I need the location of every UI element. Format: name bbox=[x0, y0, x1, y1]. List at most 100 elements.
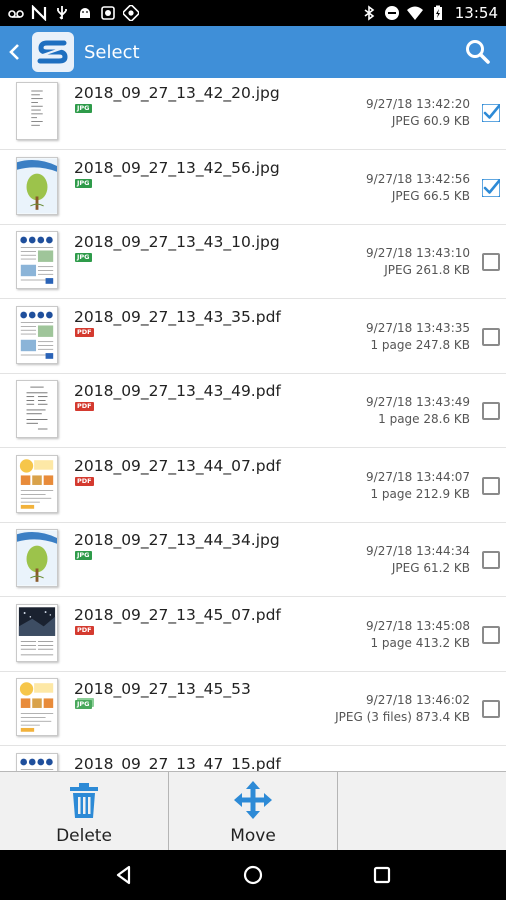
app-bar: Select bbox=[0, 26, 506, 78]
select-checkbox[interactable] bbox=[482, 327, 500, 346]
page-title: Select bbox=[84, 41, 140, 63]
status-right-icons: 13:54 bbox=[361, 4, 498, 22]
list-item[interactable]: 2018_09_27_13_45_53 JPG 9/27/18 13:46:02 JP… bbox=[0, 672, 506, 746]
file-name: 2018_09_27_13_44_07.pdf bbox=[74, 456, 281, 475]
file-info: 1 page 247.8 KB bbox=[370, 337, 470, 352]
file-type-badge: PDF bbox=[75, 327, 94, 337]
select-checkbox[interactable] bbox=[482, 625, 500, 644]
list-item[interactable]: 2018_09_27_13_45_07.pdf PDF 9/27/18 13:45:… bbox=[0, 598, 506, 672]
file-list[interactable]: 2018_09_27_13_42_20.jpg JPG 9/27/18 13:42:… bbox=[0, 78, 506, 771]
n-icon bbox=[31, 5, 47, 21]
move-arrows-icon bbox=[234, 781, 272, 819]
file-info: JPEG 61.2 KB bbox=[391, 561, 470, 575]
file-type-badge: JPG bbox=[75, 551, 92, 560]
delete-label: Delete bbox=[56, 826, 112, 846]
select-checkbox[interactable] bbox=[482, 551, 500, 569]
select-checkbox[interactable] bbox=[481, 103, 501, 123]
delete-button[interactable]: Delete bbox=[0, 772, 169, 850]
screen: 13:54 Select 2018_09_27_13_42_20.jpg JPG 9… bbox=[0, 0, 506, 900]
file-type-badge: PDF bbox=[75, 402, 94, 411]
list-item[interactable]: 2018_09_27_13_47_15.pdfPDF bbox=[0, 747, 506, 772]
move-label: Move bbox=[230, 826, 276, 846]
file-name: 2018_09_27_13_45_53 bbox=[74, 680, 251, 698]
list-item[interactable]: 2018_09_27_13_43_10.jpg JPG 9/27/18 13:43:… bbox=[0, 225, 506, 299]
file-info: JPEG 261.8 KB bbox=[384, 263, 470, 277]
file-thumbnail bbox=[16, 82, 58, 140]
trash-icon bbox=[70, 783, 98, 818]
bug-icon bbox=[101, 6, 115, 20]
back-button[interactable] bbox=[2, 26, 28, 78]
scansnap-logo-icon bbox=[36, 40, 70, 64]
move-button[interactable]: Move bbox=[169, 772, 338, 850]
toolbar-empty-slot bbox=[338, 772, 506, 850]
file-name: 2018_09_27_13_42_20.jpg bbox=[74, 84, 280, 102]
file-date: 9/27/18 13:42:56 bbox=[366, 171, 470, 186]
file-type-badge: JPG bbox=[75, 253, 92, 262]
file-thumbnail bbox=[16, 305, 58, 364]
file-thumbnail bbox=[16, 380, 58, 438]
file-thumbnail bbox=[16, 603, 58, 662]
file-info: 1 page 28.6 KB bbox=[378, 412, 470, 426]
list-item[interactable]: 2018_09_27_13_43_49.pdf PDF 9/27/18 13:43:… bbox=[0, 374, 506, 448]
file-name: 2018_09_27_13_43_49.pdf bbox=[74, 382, 281, 400]
select-checkbox[interactable] bbox=[482, 253, 500, 271]
file-date: 9/27/18 13:44:07 bbox=[366, 469, 470, 484]
file-thumbnail bbox=[16, 752, 58, 771]
file-info: 1 page 413.2 KB bbox=[370, 635, 470, 650]
file-name: 2018_09_27_13_42_56.jpg bbox=[74, 158, 280, 177]
bug-icon bbox=[123, 5, 139, 21]
file-date: 9/27/18 13:43:49 bbox=[366, 395, 470, 409]
file-name: 2018_09_27_13_43_35.pdf bbox=[74, 307, 281, 326]
nav-home-icon[interactable] bbox=[242, 864, 264, 886]
file-date: 9/27/18 13:43:35 bbox=[366, 320, 470, 335]
select-checkbox[interactable] bbox=[482, 476, 500, 495]
file-date: 9/27/18 13:44:34 bbox=[366, 544, 470, 558]
file-type-badge: JPG bbox=[75, 700, 92, 709]
back-arrow-icon bbox=[9, 44, 19, 60]
file-info: 1 page 212.9 KB bbox=[370, 486, 470, 501]
file-type-badge: PDF bbox=[75, 476, 94, 486]
file-date: 9/27/18 13:46:02 bbox=[366, 693, 470, 707]
file-date: 9/27/18 13:42:20 bbox=[366, 97, 470, 111]
battery-icon bbox=[433, 5, 442, 20]
list-item[interactable]: 2018_09_27_13_43_35.pdf PDF 9/27/18 13:43:… bbox=[0, 300, 506, 374]
file-type-badge: PDF bbox=[75, 625, 94, 635]
wifi-icon bbox=[406, 6, 423, 20]
file-name: 2018_09_27_13_44_34.jpg bbox=[74, 531, 280, 549]
list-item[interactable]: 2018_09_27_13_42_56.jpg JPG 9/27/18 13:42:… bbox=[0, 151, 506, 225]
select-checkbox[interactable] bbox=[482, 700, 500, 718]
file-thumbnail bbox=[16, 231, 58, 289]
file-type-badge: JPG bbox=[75, 178, 92, 188]
file-name: 2018_09_27_13_47_15.pdf bbox=[74, 754, 281, 772]
search-icon[interactable] bbox=[464, 38, 492, 66]
select-checkbox[interactable] bbox=[481, 177, 501, 198]
file-date: 9/27/18 13:43:10 bbox=[366, 246, 470, 260]
action-toolbar: Delete Move bbox=[0, 771, 506, 850]
file-thumbnail bbox=[16, 529, 58, 587]
file-type-badge: JPG bbox=[75, 104, 92, 113]
voicemail-icon bbox=[8, 10, 24, 18]
file-name: 2018_09_27_13_45_07.pdf bbox=[74, 605, 281, 624]
bluetooth-icon bbox=[364, 5, 375, 21]
list-item[interactable]: 2018_09_27_13_42_20.jpg JPG 9/27/18 13:42:… bbox=[0, 78, 506, 150]
file-info: JPEG (3 files) 873.4 KB bbox=[335, 710, 470, 724]
nav-recents-icon[interactable] bbox=[371, 864, 393, 886]
file-thumbnail bbox=[16, 156, 58, 215]
select-checkbox[interactable] bbox=[482, 402, 500, 420]
app-logo bbox=[32, 32, 74, 72]
nav-back-icon[interactable] bbox=[113, 864, 135, 886]
status-bar: 13:54 bbox=[0, 0, 506, 26]
file-name: 2018_09_27_13_43_10.jpg bbox=[74, 233, 280, 251]
file-info: JPEG 60.9 KB bbox=[391, 114, 470, 128]
file-thumbnail bbox=[16, 678, 58, 736]
status-left-icons bbox=[8, 5, 139, 21]
status-time: 13:54 bbox=[454, 4, 498, 22]
file-thumbnail bbox=[16, 454, 58, 513]
do-not-disturb-icon bbox=[384, 6, 399, 20]
system-nav-bar bbox=[0, 850, 506, 900]
usb-icon bbox=[57, 6, 67, 20]
list-item[interactable]: 2018_09_27_13_44_07.pdf PDF 9/27/18 13:44:… bbox=[0, 449, 506, 523]
list-item[interactable]: 2018_09_27_13_44_34.jpg JPG 9/27/18 13:44:… bbox=[0, 523, 506, 597]
android-debug-icon bbox=[80, 8, 90, 18]
file-info: JPEG 66.5 KB bbox=[391, 188, 470, 203]
